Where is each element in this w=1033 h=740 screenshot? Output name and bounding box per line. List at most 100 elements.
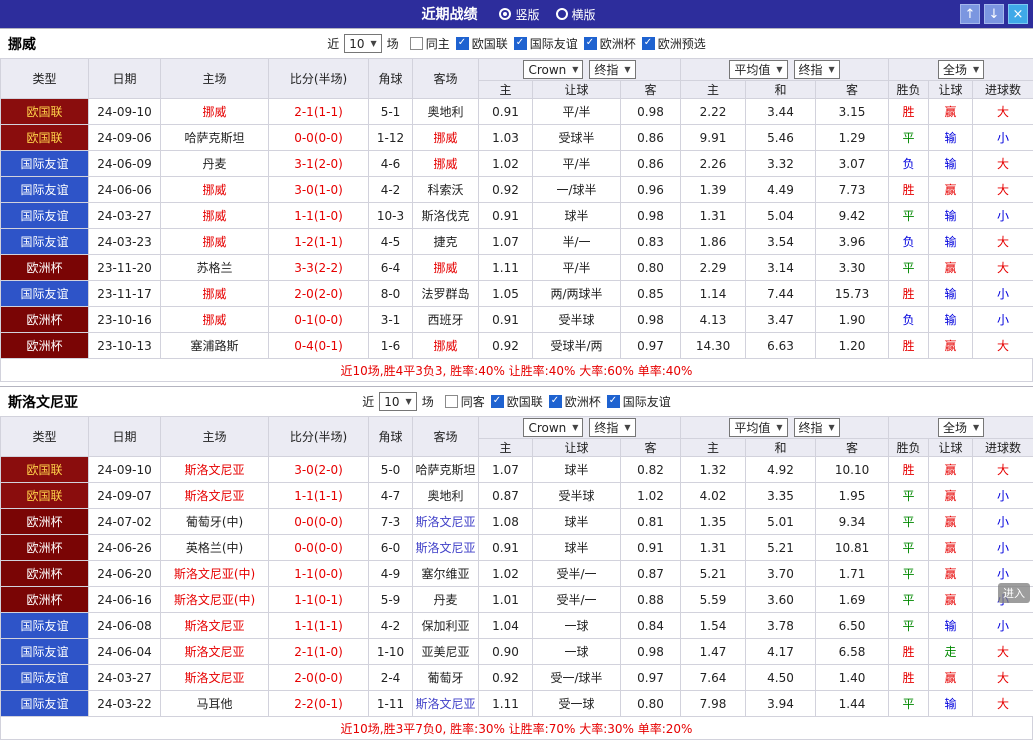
corner-score: 1-10 xyxy=(369,639,413,665)
home-team[interactable]: 挪威 xyxy=(161,281,269,307)
home-team[interactable]: 挪威 xyxy=(161,307,269,333)
handicap-line: 受一球 xyxy=(533,691,621,717)
away-team[interactable]: 法罗群岛 xyxy=(413,281,479,307)
home-team[interactable]: 斯洛文尼亚 xyxy=(161,483,269,509)
handicap-period-select[interactable]: 终指 ▼ xyxy=(589,418,635,437)
scope-select[interactable]: 全场 ▼ xyxy=(938,60,984,79)
away-team[interactable]: 捷克 xyxy=(413,229,479,255)
checkbox-unchecked-icon xyxy=(445,395,458,408)
away-team[interactable]: 挪威 xyxy=(413,125,479,151)
bookmaker-select[interactable]: Crown ▼ xyxy=(523,60,583,79)
home-team[interactable]: 塞浦路斯 xyxy=(161,333,269,359)
home-team[interactable]: 挪威 xyxy=(161,203,269,229)
filter-checkbox[interactable]: 欧国联 xyxy=(456,35,508,52)
away-team[interactable]: 塞尔维亚 xyxy=(413,561,479,587)
scope-select[interactable]: 全场 ▼ xyxy=(938,418,984,437)
away-team[interactable]: 奥地利 xyxy=(413,99,479,125)
away-team[interactable]: 斯洛文尼亚 xyxy=(413,691,479,717)
away-team[interactable]: 斯洛文尼亚 xyxy=(413,535,479,561)
home-team[interactable]: 斯洛文尼亚 xyxy=(161,457,269,483)
average-select[interactable]: 平均值 ▼ xyxy=(729,418,787,437)
away-team[interactable]: 挪威 xyxy=(413,151,479,177)
match-score[interactable]: 0-0(0-0) xyxy=(269,509,369,535)
home-team[interactable]: 苏格兰 xyxy=(161,255,269,281)
filter-checkbox[interactable]: 欧国联 xyxy=(491,393,543,410)
home-team[interactable]: 葡萄牙(中) xyxy=(161,509,269,535)
match-score[interactable]: 2-2(0-1) xyxy=(269,691,369,717)
match-score[interactable]: 1-1(1-1) xyxy=(269,613,369,639)
home-team[interactable]: 马耳他 xyxy=(161,691,269,717)
crown-home-odds: 1.02 xyxy=(479,151,533,177)
away-team[interactable]: 挪威 xyxy=(413,255,479,281)
away-team[interactable]: 亚美尼亚 xyxy=(413,639,479,665)
filter-checkbox[interactable]: 同主 xyxy=(410,35,450,52)
match-score[interactable]: 0-0(0-0) xyxy=(269,535,369,561)
filter-checkbox[interactable]: 欧洲杯 xyxy=(549,393,601,410)
home-team[interactable]: 挪威 xyxy=(161,229,269,255)
average-select[interactable]: 平均值 ▼ xyxy=(729,60,787,79)
scroll-down-button[interactable]: ↓ xyxy=(984,4,1004,24)
filter-checkbox[interactable]: 欧洲杯 xyxy=(584,35,636,52)
avg-home-odds: 7.98 xyxy=(681,691,746,717)
match-score[interactable]: 3-1(2-0) xyxy=(269,151,369,177)
away-team[interactable]: 科索沃 xyxy=(413,177,479,203)
recent-count-select[interactable]: 10 ▼ xyxy=(344,34,381,53)
recent-count-select[interactable]: 10 ▼ xyxy=(379,392,416,411)
home-team[interactable]: 哈萨克斯坦 xyxy=(161,125,269,151)
match-score[interactable]: 3-0(1-0) xyxy=(269,177,369,203)
europe-period-select[interactable]: 终指 ▼ xyxy=(794,418,840,437)
away-team[interactable]: 挪威 xyxy=(413,333,479,359)
view-option-0[interactable]: 竖版 xyxy=(499,6,539,23)
handicap-period-select[interactable]: 终指 ▼ xyxy=(589,60,635,79)
away-team[interactable]: 丹麦 xyxy=(413,587,479,613)
match-score[interactable]: 2-0(2-0) xyxy=(269,281,369,307)
match-score[interactable]: 2-1(1-0) xyxy=(269,639,369,665)
floating-hint[interactable]: 进入 xyxy=(998,583,1030,603)
match-score[interactable]: 1-1(0-1) xyxy=(269,587,369,613)
home-team[interactable]: 英格兰(中) xyxy=(161,535,269,561)
match-score[interactable]: 0-0(0-0) xyxy=(269,125,369,151)
away-team[interactable]: 葡萄牙 xyxy=(413,665,479,691)
home-team[interactable]: 斯洛文尼亚(中) xyxy=(161,561,269,587)
match-score[interactable]: 1-1(0-0) xyxy=(269,561,369,587)
home-team[interactable]: 挪威 xyxy=(161,177,269,203)
goals-result: 小 xyxy=(973,281,1033,307)
match-score[interactable]: 0-4(0-1) xyxy=(269,333,369,359)
match-score[interactable]: 1-1(1-1) xyxy=(269,483,369,509)
home-team[interactable]: 丹麦 xyxy=(161,151,269,177)
filter-checkbox[interactable]: 国际友谊 xyxy=(514,35,578,52)
competition-type: 国际友谊 xyxy=(1,613,89,639)
competition-type: 欧国联 xyxy=(1,483,89,509)
crown-away-odds: 0.97 xyxy=(621,333,681,359)
filter-checkbox[interactable]: 欧洲预选 xyxy=(642,35,706,52)
home-team[interactable]: 斯洛文尼亚(中) xyxy=(161,587,269,613)
match-score[interactable]: 3-0(2-0) xyxy=(269,457,369,483)
subcol-crown-away: 客 xyxy=(621,81,681,99)
avg-draw-odds: 5.04 xyxy=(746,203,816,229)
filter-checkbox[interactable]: 国际友谊 xyxy=(607,393,671,410)
home-team[interactable]: 斯洛文尼亚 xyxy=(161,613,269,639)
match-date: 24-06-16 xyxy=(89,587,161,613)
close-button[interactable]: × xyxy=(1008,4,1028,24)
away-team[interactable]: 保加利亚 xyxy=(413,613,479,639)
away-team[interactable]: 奥地利 xyxy=(413,483,479,509)
home-team[interactable]: 斯洛文尼亚 xyxy=(161,665,269,691)
scroll-up-button[interactable]: ↑ xyxy=(960,4,980,24)
away-team[interactable]: 西班牙 xyxy=(413,307,479,333)
match-score[interactable]: 2-1(1-1) xyxy=(269,99,369,125)
match-score[interactable]: 1-1(1-0) xyxy=(269,203,369,229)
match-score[interactable]: 2-0(0-0) xyxy=(269,665,369,691)
europe-period-select[interactable]: 终指 ▼ xyxy=(794,60,840,79)
match-date: 24-06-20 xyxy=(89,561,161,587)
away-team[interactable]: 斯洛伐克 xyxy=(413,203,479,229)
away-team[interactable]: 斯洛文尼亚 xyxy=(413,509,479,535)
bookmaker-select[interactable]: Crown ▼ xyxy=(523,418,583,437)
home-team[interactable]: 挪威 xyxy=(161,99,269,125)
view-option-1[interactable]: 横版 xyxy=(556,6,596,23)
match-score[interactable]: 1-2(1-1) xyxy=(269,229,369,255)
filter-checkbox[interactable]: 同客 xyxy=(445,393,485,410)
away-team[interactable]: 哈萨克斯坦 xyxy=(413,457,479,483)
home-team[interactable]: 斯洛文尼亚 xyxy=(161,639,269,665)
match-score[interactable]: 0-1(0-0) xyxy=(269,307,369,333)
match-score[interactable]: 3-3(2-2) xyxy=(269,255,369,281)
